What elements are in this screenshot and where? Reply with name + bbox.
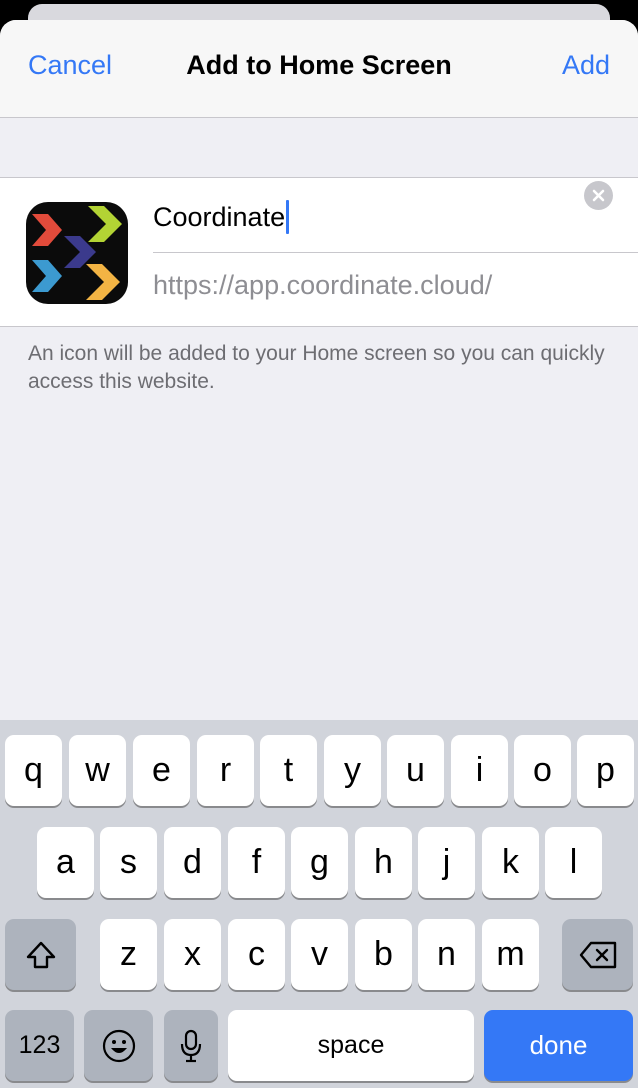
key-q[interactable]: q	[5, 735, 62, 806]
key-s[interactable]: s	[100, 827, 157, 898]
emoji-icon	[102, 1029, 135, 1062]
shift-key[interactable]	[5, 919, 76, 990]
navigation-bar: Cancel Add to Home Screen Add	[0, 20, 638, 118]
key-k[interactable]: k	[482, 827, 539, 898]
shift-icon	[26, 941, 55, 968]
microphone-key[interactable]	[164, 1010, 218, 1081]
key-y[interactable]: y	[324, 735, 381, 806]
bookmark-form: Coordinate https://app.coordinate.cloud/	[0, 177, 638, 327]
hint-text: An icon will be added to your Home scree…	[28, 342, 605, 393]
key-c[interactable]: c	[228, 919, 285, 990]
key-r[interactable]: r	[197, 735, 254, 806]
url-label: https://app.coordinate.cloud/	[153, 270, 493, 300]
key-u[interactable]: u	[387, 735, 444, 806]
key-l[interactable]: l	[545, 827, 602, 898]
key-z[interactable]: z	[100, 919, 157, 990]
key-o[interactable]: o	[514, 735, 571, 806]
numbers-key[interactable]: 123	[5, 1010, 74, 1081]
page-title: Add to Home Screen	[186, 50, 452, 80]
keyboard: q w e r t y u i o p a s d f g h j k l z …	[0, 720, 638, 1088]
key-t[interactable]: t	[260, 735, 317, 806]
backspace-key[interactable]	[562, 919, 633, 990]
clear-text-icon[interactable]	[584, 181, 613, 210]
key-i[interactable]: i	[451, 735, 508, 806]
key-b[interactable]: b	[355, 919, 412, 990]
microphone-icon	[180, 1029, 202, 1062]
key-f[interactable]: f	[228, 827, 285, 898]
key-n[interactable]: n	[418, 919, 475, 990]
coordinate-app-icon	[26, 202, 128, 304]
text-caret	[286, 200, 290, 234]
key-a[interactable]: a	[37, 827, 94, 898]
add-button[interactable]: Add	[562, 50, 610, 81]
name-input[interactable]: Coordinate	[153, 192, 573, 242]
key-w[interactable]: w	[69, 735, 126, 806]
backspace-icon	[579, 941, 616, 968]
key-d[interactable]: d	[164, 827, 221, 898]
key-g[interactable]: g	[291, 827, 348, 898]
key-p[interactable]: p	[577, 735, 634, 806]
key-m[interactable]: m	[482, 919, 539, 990]
key-v[interactable]: v	[291, 919, 348, 990]
name-input-value: Coordinate	[153, 202, 286, 232]
key-e[interactable]: e	[133, 735, 190, 806]
space-key[interactable]: space	[228, 1010, 474, 1081]
emoji-key[interactable]	[84, 1010, 153, 1081]
key-j[interactable]: j	[418, 827, 475, 898]
key-x[interactable]: x	[164, 919, 221, 990]
field-divider	[153, 252, 638, 253]
done-key[interactable]: done	[484, 1010, 633, 1081]
key-h[interactable]: h	[355, 827, 412, 898]
